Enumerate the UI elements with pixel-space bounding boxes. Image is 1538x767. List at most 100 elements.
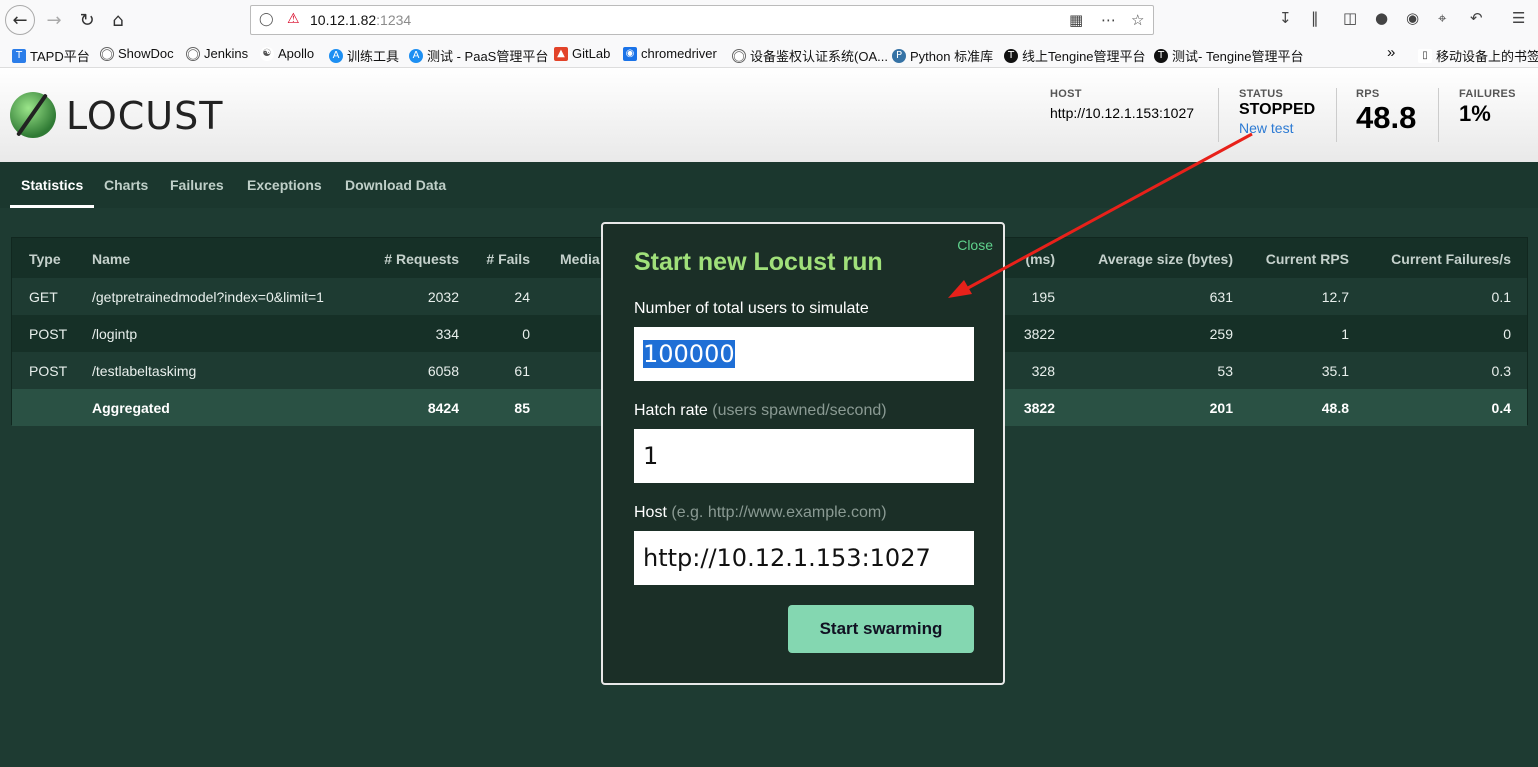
bookmark-python[interactable]: P Python 标准库 <box>892 46 993 65</box>
user-count-value: 100000 <box>643 340 735 368</box>
chevron-double-right-icon: » <box>1387 44 1396 61</box>
bookmark-label: TAPD平台 <box>30 49 90 64</box>
bookmarks-overflow-button[interactable]: » <box>1387 44 1395 61</box>
url-text[interactable]: 10.12.1.82:1234 <box>310 12 411 28</box>
bookmark-tengine-prod[interactable]: T 线上Tengine管理平台 <box>1004 46 1146 65</box>
host-field-hint: (e.g. http://www.example.com) <box>671 504 887 521</box>
download-icon[interactable]: ↧ <box>1279 9 1292 27</box>
column-header-max-ms[interactable]: (ms) <box>1025 251 1055 267</box>
column-header-current-failures[interactable]: Current Failures/s <box>1391 251 1511 267</box>
bookmark-label: Jenkins <box>204 46 249 61</box>
locust-header: LOCUST HOST http://10.12.1.153:1027 STAT… <box>0 68 1538 162</box>
close-link[interactable]: Close <box>957 237 993 253</box>
failures-label: FAILURES <box>1459 88 1516 100</box>
hatch-rate-label: Hatch rate (users spawned/second) <box>634 402 887 420</box>
bookmark-label: 移动设备上的书签 <box>1436 49 1538 64</box>
bookmark-label: 测试 - PaaS管理平台 <box>427 49 549 64</box>
bookmark-tapd[interactable]: T TAPD平台 <box>12 46 90 65</box>
python-icon: P <box>892 48 906 63</box>
column-header-fails[interactable]: # Fails <box>486 251 530 267</box>
bookmark-label: GitLab <box>572 46 611 61</box>
bookmark-device-auth[interactable]: ◯ 设备鉴权认证系统(OA... <box>732 46 888 65</box>
bookmark-apollo[interactable]: ☯ Apollo <box>260 46 314 61</box>
cell-failures-per-sec: 0.4 <box>1491 400 1511 416</box>
column-header-avg-size[interactable]: Average size (bytes) <box>1098 251 1233 267</box>
screenshot-crop-icon[interactable]: ⌖ <box>1438 9 1446 27</box>
page-actions-icon[interactable]: ⋯ <box>1101 11 1116 29</box>
hatch-rate-input[interactable]: 1 <box>634 429 974 483</box>
tab-charts[interactable]: Charts <box>104 177 148 193</box>
url-host: 10.12.1.82 <box>310 12 377 28</box>
home-icon[interactable]: ⌂ <box>103 5 133 35</box>
header-divider <box>1218 88 1219 142</box>
host-box: HOST http://10.12.1.153:1027 <box>1050 88 1194 121</box>
cell-requests: 334 <box>435 326 459 342</box>
user-count-input[interactable]: 100000 <box>634 327 974 381</box>
hatch-rate-hint: (users spawned/second) <box>712 402 887 419</box>
cell-fails: 24 <box>514 289 530 305</box>
chat-icon[interactable]: ◉ <box>1406 9 1419 27</box>
column-header-type[interactable]: Type <box>29 251 61 267</box>
rps-box: RPS 48.8 <box>1356 88 1416 136</box>
header-divider <box>1438 88 1439 142</box>
qr-code-icon[interactable]: ▦ <box>1069 11 1083 29</box>
account-icon[interactable]: ● <box>1375 9 1388 27</box>
bookmark-label: chromedriver <box>641 46 717 61</box>
tracking-shield-icon[interactable]: ◯ <box>259 12 274 27</box>
insecure-connection-icon[interactable]: ⚠ <box>287 11 300 27</box>
start-swarming-button[interactable]: Start swarming <box>788 605 974 653</box>
cell-rps: 48.8 <box>1321 400 1349 416</box>
bookmark-training-tools[interactable]: A 训练工具 <box>329 46 399 65</box>
column-header-name[interactable]: Name <box>92 251 130 267</box>
cell-rps: 12.7 <box>1321 289 1349 305</box>
status-value: STOPPED <box>1239 101 1316 118</box>
tab-download-data[interactable]: Download Data <box>345 177 446 193</box>
bookmark-jenkins[interactable]: ◯ Jenkins <box>186 46 248 61</box>
bookmark-label: Apollo <box>278 46 315 61</box>
column-header-median[interactable]: Media <box>560 251 600 267</box>
url-bar[interactable]: ◯ ⚠ 10.12.1.82:1234 ▦ ⋯ ☆ <box>250 5 1154 35</box>
main-tabs: Statistics Charts Failures Exceptions Do… <box>0 162 1538 208</box>
status-box: STATUS STOPPED New test <box>1239 88 1315 136</box>
cell-rps: 35.1 <box>1321 363 1349 379</box>
cell-failures-per-sec: 0.3 <box>1491 363 1511 379</box>
bookmark-paas-test[interactable]: A 测试 - PaaS管理平台 <box>409 46 548 65</box>
host-input[interactable]: http://10.12.1.153:1027 <box>634 531 974 585</box>
bookmark-showdoc[interactable]: ◯ ShowDoc <box>100 46 174 61</box>
bookmark-star-icon[interactable]: ☆ <box>1131 11 1144 29</box>
cell-rps: 1 <box>1341 326 1349 342</box>
cell-avg-size: 631 <box>1209 289 1233 305</box>
ai-icon: A <box>409 48 423 63</box>
library-icon[interactable]: ‖ <box>1311 9 1319 27</box>
users-field-label: Number of total users to simulate <box>634 300 869 317</box>
cell-requests: 2032 <box>427 289 459 305</box>
tab-exceptions[interactable]: Exceptions <box>247 177 322 193</box>
column-header-current-rps[interactable]: Current RPS <box>1266 251 1349 267</box>
bookmark-label: 线上Tengine管理平台 <box>1022 49 1146 64</box>
undo-icon[interactable]: ↶ <box>1470 9 1483 27</box>
forward-arrow-icon[interactable]: → <box>39 5 69 35</box>
bookmark-gitlab[interactable]: ▲ GitLab <box>554 46 610 61</box>
chromium-icon: ◉ <box>623 46 637 61</box>
bookmark-label: Python 标准库 <box>910 49 994 64</box>
mobile-bookmarks-folder[interactable]: ▯ 移动设备上的书签 <box>1418 46 1538 65</box>
menu-hamburger-icon[interactable]: ☰ <box>1512 9 1525 27</box>
bookmark-chromedriver[interactable]: ◉ chromedriver <box>623 46 717 61</box>
sidebar-icon[interactable]: ◫ <box>1343 9 1357 27</box>
back-arrow-icon[interactable]: ← <box>5 5 35 35</box>
cell-fails: 0 <box>522 326 530 342</box>
tengine-icon: T <box>1004 48 1018 63</box>
host-field-label: Host (e.g. http://www.example.com) <box>634 504 887 522</box>
url-port: :1234 <box>376 12 412 28</box>
bookmark-tengine-test[interactable]: T 测试- Tengine管理平台 <box>1154 46 1303 65</box>
failures-box: FAILURES 1% <box>1459 88 1516 127</box>
tab-failures[interactable]: Failures <box>170 177 224 193</box>
new-test-link[interactable]: New test <box>1239 120 1315 136</box>
bookmark-label: 训练工具 <box>347 49 400 64</box>
cell-max: 3822 <box>1023 400 1055 416</box>
reload-icon[interactable]: ↻ <box>72 5 102 35</box>
tab-statistics[interactable]: Statistics <box>21 177 83 193</box>
column-header-requests[interactable]: # Requests <box>384 251 459 267</box>
host-label: HOST <box>1050 88 1082 100</box>
tapd-icon: T <box>12 48 26 63</box>
